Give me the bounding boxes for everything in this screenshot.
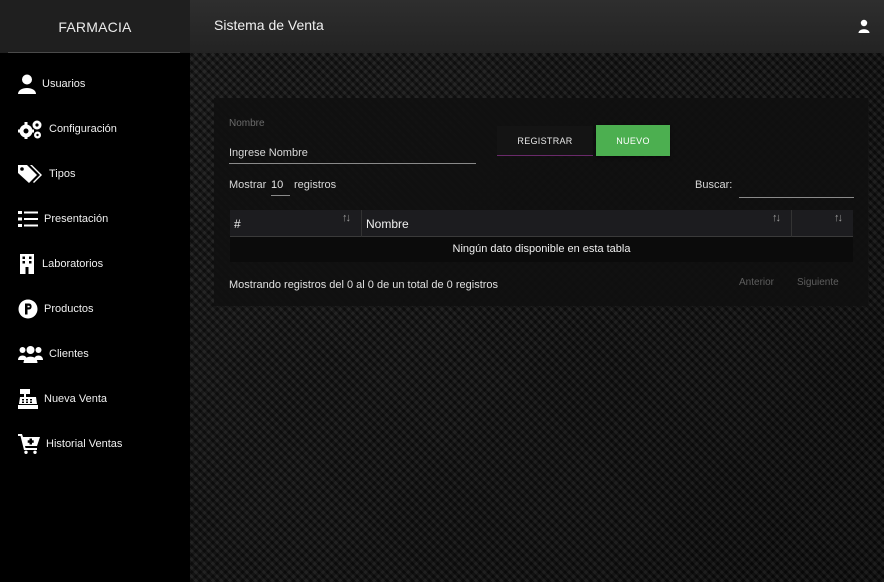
top-bar: FARMACIA Sistema de Venta xyxy=(0,0,884,53)
sidebar-item-label: Usuarios xyxy=(42,78,86,90)
table-empty-message: Ningún dato disponible en esta tabla xyxy=(230,237,853,262)
cart-plus-icon xyxy=(18,434,40,454)
sort-arrows-icon: ↑↓ xyxy=(834,212,843,224)
search-input[interactable] xyxy=(739,180,854,198)
sidebar-item-presentacion[interactable]: Presentación xyxy=(18,206,108,232)
search-label: Buscar: xyxy=(695,179,733,191)
sidebar-item-label: Configuración xyxy=(49,123,117,135)
sidebar-item-label: Nueva Venta xyxy=(44,393,107,405)
building-icon xyxy=(20,254,34,274)
sidebar-item-label: Historial Ventas xyxy=(46,438,123,450)
sidebar-item-label: Tipos xyxy=(49,168,76,180)
table-header: # ↑↓ Nombre ↑↓ ↑↓ xyxy=(230,210,853,237)
previous-page-button[interactable]: Anterior xyxy=(739,277,774,288)
column-header-number[interactable]: # ↑↓ xyxy=(230,210,362,237)
user-icon xyxy=(18,74,36,94)
user-icon[interactable] xyxy=(858,19,870,33)
sidebar-item-label: Presentación xyxy=(44,213,109,225)
column-header-actions[interactable]: ↑↓ xyxy=(792,210,853,237)
column-header-nombre[interactable]: Nombre ↑↓ xyxy=(362,210,792,237)
sidebar-item-label: Productos xyxy=(44,303,94,315)
new-button[interactable]: NUEVO xyxy=(596,125,670,156)
register-button[interactable]: REGISTRAR xyxy=(497,126,593,156)
table-info: Mostrando registros del 0 al 0 de un tot… xyxy=(229,279,499,291)
sidebar-item-nueva-venta[interactable]: Nueva Venta xyxy=(18,386,107,412)
show-entries-label: Mostrar xyxy=(229,179,267,191)
column-header-label: Nombre xyxy=(366,216,409,231)
next-page-button[interactable]: Siguiente xyxy=(797,277,839,288)
product-p-icon xyxy=(18,299,38,319)
sidebar-item-laboratorios[interactable]: Laboratorios xyxy=(18,251,103,277)
sidebar-item-historial-ventas[interactable]: Historial Ventas xyxy=(18,431,122,457)
page-size-select[interactable]: 10 xyxy=(271,179,290,196)
cash-register-icon xyxy=(18,389,38,409)
sidebar-item-configuracion[interactable]: Configuración xyxy=(18,116,117,142)
sidebar-item-label: Laboratorios xyxy=(42,258,104,270)
sidebar-item-productos[interactable]: Productos xyxy=(18,296,94,322)
sidebar-item-tipos[interactable]: Tipos xyxy=(18,161,76,187)
users-icon xyxy=(18,346,43,363)
list-icon xyxy=(18,211,38,227)
gears-icon xyxy=(18,120,42,139)
name-field-label: Nombre xyxy=(229,118,265,129)
sort-arrows-icon: ↑↓ xyxy=(342,212,351,224)
sidebar-item-label: Clientes xyxy=(49,348,89,360)
brand-title[interactable]: FARMACIA xyxy=(0,0,190,53)
column-header-label: # xyxy=(234,216,241,231)
sidebar-item-clientes[interactable]: Clientes xyxy=(18,341,89,367)
name-input[interactable] xyxy=(229,142,476,164)
page-title: Sistema de Venta xyxy=(214,17,324,33)
tags-icon xyxy=(18,165,42,183)
show-entries-suffix: registros xyxy=(294,179,337,191)
sort-arrows-icon: ↑↓ xyxy=(772,212,781,224)
sidebar-item-usuarios[interactable]: Usuarios xyxy=(18,71,85,97)
sidebar: Usuarios Configuración Tipos Presentació… xyxy=(0,53,190,582)
